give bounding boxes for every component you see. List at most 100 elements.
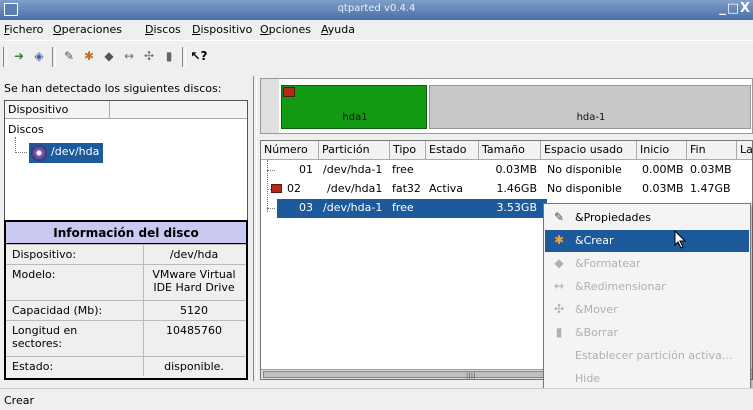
move-icon[interactable]: ✣	[140, 47, 158, 65]
properties-icon[interactable]: ✎	[60, 47, 78, 65]
partition-block-label: hda-1	[576, 112, 606, 123]
status-text: Crear	[4, 394, 34, 407]
tree-header-divider	[109, 101, 110, 119]
menu-dispositivo-rest: ispositivo	[200, 23, 253, 36]
menu-item-mover[interactable]: ✣ &Mover	[545, 299, 749, 321]
menu-item-label: Hide	[575, 372, 601, 385]
cell-tam: 0.03MB	[495, 163, 537, 176]
disk-map: hda1 hda-1	[260, 78, 753, 134]
menu-item-redimensionar[interactable]: ↔ &Redimensionar	[545, 276, 749, 298]
format-icon[interactable]: ◆	[100, 47, 118, 65]
col-la[interactable]: La	[737, 141, 752, 160]
menu-fichero[interactable]: Fichero	[4, 23, 43, 36]
toolbar: ➜ ◈ ✎ ✱ ◆ ↔ ✣ ▮ ↖?	[0, 40, 753, 76]
cell-tipo: fat32	[392, 182, 421, 195]
cell-fin: 1.47GB	[690, 182, 731, 195]
menu-item-hide[interactable]: Hide	[545, 368, 749, 390]
menu-operaciones-key: O	[53, 23, 62, 36]
menu-item-establecer-activa[interactable]: Establecer partición activa...	[545, 345, 749, 367]
menu-ayuda[interactable]: Ayuda	[321, 23, 355, 36]
table-row[interactable]: 02 /dev/hda1 fat32 Activa 1.46GB No disp…	[261, 180, 752, 199]
apply-icon[interactable]: ➜	[10, 47, 28, 65]
col-fin[interactable]: Fin	[687, 141, 737, 160]
partition-block-label: hda1	[342, 112, 368, 123]
create-icon[interactable]: ✱	[80, 47, 98, 65]
undo-icon[interactable]: ◈	[30, 47, 48, 65]
col-estado[interactable]: Estado	[426, 141, 479, 160]
partition-block-free[interactable]: hda-1	[429, 85, 751, 129]
menu-item-label: &Formatear	[575, 257, 641, 270]
cell-estado: Activa	[429, 182, 463, 195]
col-inicio[interactable]: Inicio	[637, 141, 687, 160]
cell-num: 01	[299, 163, 313, 176]
menu-item-label: &Propiedades	[575, 211, 652, 224]
cell-num: 02	[287, 182, 301, 195]
trash-icon: ▮	[555, 325, 563, 339]
tree-group-discos[interactable]: Discos	[8, 123, 44, 136]
info-key: Modelo:	[12, 268, 56, 281]
col-particion[interactable]: Partición	[319, 141, 390, 160]
menu-item-label: &Redimensionar	[575, 280, 666, 293]
info-value: VMware Virtual IDE Hard Drive	[152, 268, 236, 294]
row-tick	[267, 208, 275, 209]
info-value: 5120	[180, 304, 208, 317]
cell-tam: 1.46GB	[496, 182, 537, 195]
cell-usado: No disponible	[547, 182, 622, 195]
delete-icon[interactable]: ▮	[160, 47, 178, 65]
row-tick	[267, 170, 275, 171]
mouse-cursor-icon	[674, 230, 687, 249]
info-row-longitud: Longitud en sectores: 10485760	[6, 320, 246, 356]
info-row-capacidad: Capacidad (Mb): 5120	[6, 300, 246, 320]
cell-tam: 3.53GB	[496, 201, 537, 214]
tree-header[interactable]: Dispositivo	[5, 101, 247, 119]
table-row[interactable]: 01 /dev/hda-1 free 0.03MB No disponible …	[261, 161, 752, 180]
partition-block-hda1[interactable]: hda1	[281, 85, 427, 129]
info-row-modelo: Modelo: VMware Virtual IDE Hard Drive	[6, 264, 246, 300]
fat32-icon	[271, 184, 282, 193]
menu-opciones-rest: pciones	[268, 23, 311, 36]
col-tamano[interactable]: Tamaño	[479, 141, 541, 160]
cell-num: 03	[299, 201, 313, 214]
context-menu: ✎ &Propiedades ✱ &Crear ◆ &Formatear ↔ &…	[543, 203, 751, 389]
menu-operaciones[interactable]: Operaciones	[53, 23, 122, 36]
cell-tipo: free	[392, 163, 414, 176]
fat32-icon	[283, 87, 295, 97]
col-numero[interactable]: Número	[261, 141, 319, 160]
cell-part: /dev/hda1	[327, 182, 383, 195]
menu-opciones-key: O	[260, 23, 269, 36]
tree-item-dev-hda[interactable]: /dev/hda	[29, 143, 104, 163]
cell-part: /dev/hda-1	[323, 163, 383, 176]
menu-item-label: Establecer partición activa...	[575, 349, 733, 362]
menu-ayuda-rest: yuda	[327, 23, 355, 36]
disk-icon	[31, 145, 47, 161]
menu-bar: Fichero Operaciones Discos Dispositivo O…	[0, 20, 753, 40]
tree-connector	[15, 137, 27, 153]
menu-item-label: &Borrar	[575, 326, 618, 339]
table-row-selected[interactable]: 03 /dev/hda-1 free 3.53GB	[277, 199, 547, 218]
splitter-handle[interactable]	[253, 76, 257, 381]
menu-item-propiedades[interactable]: ✎ &Propiedades	[545, 207, 749, 229]
col-espacio-usado[interactable]: Espacio usado	[541, 141, 637, 160]
cell-part: /dev/hda-1	[323, 201, 383, 214]
window-controls[interactable]: _□X	[719, 1, 751, 16]
disk-info-title: Información del disco	[6, 222, 246, 244]
toolbar-separator	[182, 47, 186, 67]
col-tipo[interactable]: Tipo	[390, 141, 426, 160]
menu-ayuda-key: A	[321, 23, 328, 36]
whats-this-icon[interactable]: ↖?	[190, 47, 208, 65]
menu-item-crear[interactable]: ✱ &Crear	[545, 230, 749, 252]
status-bar: Crear	[0, 388, 753, 410]
resize-icon[interactable]: ↔	[120, 47, 138, 65]
menu-opciones[interactable]: Opciones	[260, 23, 311, 36]
info-row-estado: Estado: disponible.	[6, 356, 246, 376]
menu-item-formatear[interactable]: ◆ &Formatear	[545, 253, 749, 275]
table-header: Número Partición Tipo Estado Tamaño Espa…	[261, 141, 752, 160]
menu-discos[interactable]: Discos	[145, 23, 181, 36]
tree-header-device: Dispositivo	[8, 103, 69, 116]
menu-dispositivo[interactable]: Dispositivo	[192, 23, 252, 36]
info-key: Estado:	[12, 360, 54, 373]
wrench-icon: ✎	[553, 210, 565, 224]
title-bar[interactable]: qtparted v0.4.4 _□X	[0, 0, 753, 20]
menu-item-borrar[interactable]: ▮ &Borrar	[545, 322, 749, 344]
resize-icon: ↔	[553, 279, 565, 293]
